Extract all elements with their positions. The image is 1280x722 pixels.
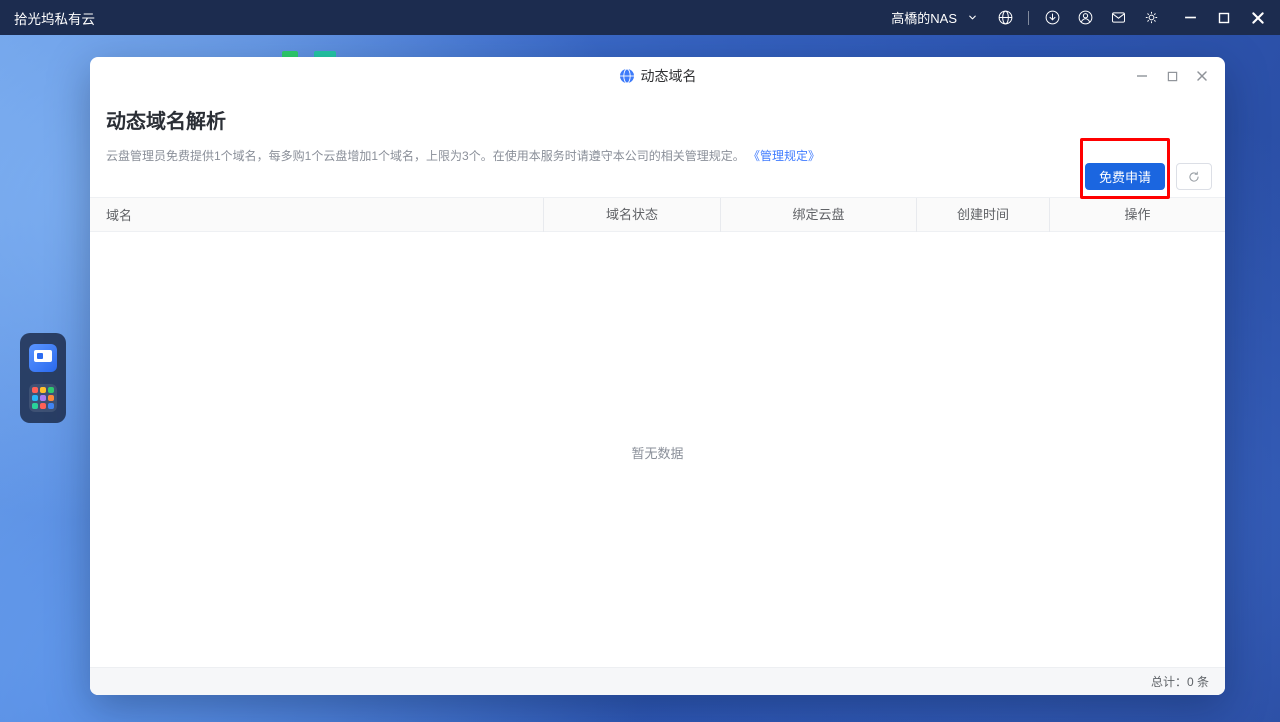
topbar-divider [1028,10,1029,25]
column-header-actions: 操作 [1049,197,1225,232]
download-circle-icon[interactable] [1042,8,1062,28]
dialog-title: 动态域名 [640,68,697,84]
settings-icon[interactable] [1141,8,1161,28]
dialog-minimize-icon[interactable] [1135,69,1149,83]
desktop: 拾光坞私有云 高橋的NAS 动态域名 动态域名解析 云盘管理员免费提供1个域名，… [0,0,1280,722]
apply-free-button[interactable]: 免费申请 [1085,163,1165,190]
app-grid-icon[interactable] [29,383,57,412]
refresh-icon [1187,170,1201,184]
globe-icon [619,68,635,84]
account-name: 高橋的NAS [891,11,957,26]
globe-icon[interactable] [995,8,1015,28]
page-title: 动态域名解析 [106,111,226,133]
mail-icon[interactable] [1108,8,1128,28]
app-title: 拾光坞私有云 [14,11,95,27]
table-header: 域名 域名状态 绑定云盘 创建时间 操作 [90,197,1225,232]
dialog-titlebar: 动态域名 [90,57,1225,95]
column-header-status: 域名状态 [543,197,720,232]
floating-dock [20,333,66,423]
system-topbar: 拾光坞私有云 高橋的NAS [0,0,1280,35]
screen-app-icon[interactable] [29,344,57,373]
account-menu[interactable]: 高橋的NAS [891,8,982,28]
empty-state-text: 暂无数据 [631,446,684,461]
policy-link[interactable]: 《管理规定》 [748,149,820,163]
column-header-bound-drive: 绑定云盘 [720,197,916,232]
page-description: 云盘管理员免费提供1个域名，每多购1个云盘增加1个域名，上限为3个。在使用本服务… [106,149,821,163]
account-icon[interactable] [1075,8,1095,28]
dialog-footer: 总计：0 条 [90,667,1225,695]
dynamic-domain-window: 动态域名 动态域名解析 云盘管理员免费提供1个域名，每多购1个云盘增加1个域名，… [90,57,1225,695]
dialog-close-icon[interactable] [1195,69,1209,83]
column-header-domain: 域名 [106,208,133,223]
refresh-button[interactable] [1176,163,1212,190]
column-header-created: 创建时间 [916,197,1049,232]
chevron-down-icon [962,8,982,28]
dialog-maximize-icon[interactable] [1165,69,1179,83]
maximize-icon[interactable] [1216,10,1232,26]
total-count: 总计：0 条 [1150,675,1209,689]
minimize-icon[interactable] [1182,10,1198,26]
close-icon[interactable] [1250,10,1266,26]
